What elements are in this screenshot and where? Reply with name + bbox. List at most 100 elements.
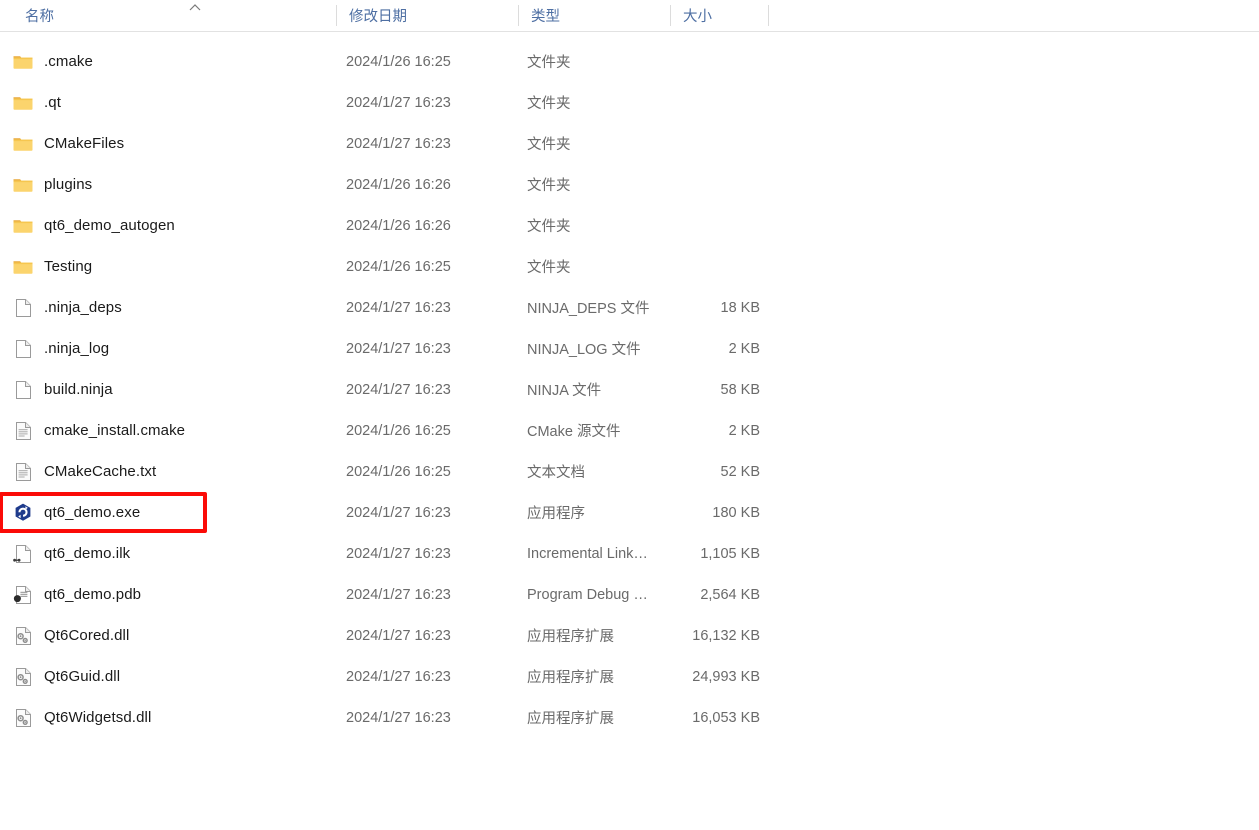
- file-name-cell[interactable]: qt6_demo.exe: [12, 492, 332, 533]
- file-row[interactable]: qt6_demo_autogen 2024/1/26 16:26 文件夹: [0, 205, 1259, 246]
- file-row[interactable]: qt6_demo.exe 2024/1/27 16:23 应用程序 180 KB: [0, 492, 1259, 533]
- file-row[interactable]: Qt6Cored.dll 2024/1/27 16:23 应用程序扩展 16,132 …: [0, 615, 1259, 656]
- file-type: NINJA 文件: [527, 383, 602, 399]
- file-name-label: .ninja_log: [44, 340, 110, 357]
- file-size: 2 KB: [728, 422, 760, 439]
- file-row[interactable]: plugins 2024/1/26 16:26 文件夹: [0, 164, 1259, 205]
- file-name-cell[interactable]: qt6_demo.ilk: [12, 533, 332, 574]
- file-name-label: cmake_install.cmake: [44, 422, 186, 439]
- file-name-cell[interactable]: .ninja_deps: [12, 287, 332, 328]
- file-date-modified: 2024/1/26 16:25: [346, 258, 451, 275]
- file-row[interactable]: build.ninja 2024/1/27 16:23 NINJA 文件 58 KB: [0, 369, 1259, 410]
- file-name-label: .qt: [44, 94, 61, 111]
- column-header-size[interactable]: 大小: [670, 0, 768, 31]
- file-row[interactable]: Qt6Widgetsd.dll 2024/1/27 16:23 应用程序扩展 16,0…: [0, 697, 1259, 738]
- file-date-modified: 2024/1/27 16:23: [346, 627, 451, 644]
- file-date-modified: 2024/1/27 16:23: [346, 381, 451, 398]
- file-date-modified: 2024/1/27 16:23: [346, 340, 451, 357]
- file-size: [660, 164, 760, 205]
- file-row[interactable]: .qt 2024/1/27 16:23 文件夹: [0, 82, 1259, 123]
- file-row[interactable]: qt6_demo.ilk 2024/1/27 16:23 Incremental L…: [0, 533, 1259, 574]
- file-name-cell[interactable]: cmake_install.cmake: [12, 410, 332, 451]
- file-name-cell[interactable]: Qt6Guid.dll: [12, 656, 332, 697]
- file-type: Program Debug …: [527, 586, 648, 603]
- file-type: 应用程序扩展: [527, 670, 614, 686]
- file-type: 文本文档: [527, 465, 585, 481]
- gear-page-icon: [12, 666, 34, 688]
- column-header-date-modified[interactable]: 修改日期: [336, 0, 518, 31]
- file-type: NINJA_LOG 文件: [527, 342, 641, 358]
- file-date-modified: 2024/1/26 16:25: [346, 53, 451, 70]
- file-size: 180 KB: [712, 504, 760, 521]
- file-date-modified: 2024/1/26 16:25: [346, 422, 451, 439]
- file-name-cell[interactable]: CMakeCache.txt: [12, 451, 332, 492]
- text-page-icon: [12, 420, 34, 442]
- file-type: 文件夹: [527, 96, 571, 112]
- file-explorer-details-view: 名称 修改日期 类型 大小 .cmake 2024/1/26 16:25 文件夹 .q…: [0, 0, 1259, 830]
- column-header-name-label: 名称: [25, 9, 54, 25]
- file-row[interactable]: cmake_install.cmake 2024/1/26 16:25 CMake …: [0, 410, 1259, 451]
- file-name-cell[interactable]: Qt6Widgetsd.dll: [12, 697, 332, 738]
- file-name-cell[interactable]: Qt6Cored.dll: [12, 615, 332, 656]
- file-date-modified: 2024/1/27 16:23: [346, 709, 451, 726]
- file-name-cell[interactable]: qt6_demo_autogen: [12, 205, 332, 246]
- file-date-modified: 2024/1/26 16:26: [346, 176, 451, 193]
- file-row[interactable]: Testing 2024/1/26 16:25 文件夹: [0, 246, 1259, 287]
- file-type: 应用程序: [527, 506, 585, 522]
- gear-page-icon: [12, 707, 34, 729]
- column-header-type-label: 类型: [531, 9, 560, 25]
- file-size: [660, 205, 760, 246]
- file-row[interactable]: .ninja_log 2024/1/27 16:23 NINJA_LOG 文件 2 K…: [0, 328, 1259, 369]
- file-name-label: plugins: [44, 176, 93, 193]
- file-date-modified: 2024/1/27 16:23: [346, 586, 451, 603]
- file-size: 2 KB: [728, 340, 760, 357]
- file-size: 2,564 KB: [700, 586, 760, 603]
- link-page-icon: [12, 543, 34, 565]
- column-header-type[interactable]: 类型: [518, 0, 670, 31]
- file-name-cell[interactable]: .ninja_log: [12, 328, 332, 369]
- file-size: 18 KB: [720, 299, 761, 316]
- file-row[interactable]: CMakeFiles 2024/1/27 16:23 文件夹: [0, 123, 1259, 164]
- file-name-cell[interactable]: .cmake: [12, 41, 332, 82]
- file-date-modified: 2024/1/27 16:23: [346, 94, 451, 111]
- file-name-cell[interactable]: build.ninja: [12, 369, 332, 410]
- file-name-label: build.ninja: [44, 381, 113, 398]
- folder-icon: [12, 51, 34, 73]
- file-date-modified: 2024/1/27 16:23: [346, 545, 451, 562]
- file-size: [660, 246, 760, 287]
- file-type: 文件夹: [527, 55, 571, 71]
- file-name-label: Qt6Cored.dll: [44, 627, 130, 644]
- file-row[interactable]: Qt6Guid.dll 2024/1/27 16:23 应用程序扩展 24,993 K…: [0, 656, 1259, 697]
- folder-icon: [12, 92, 34, 114]
- file-type: NINJA_DEPS 文件: [527, 301, 650, 317]
- file-type: 文件夹: [527, 137, 571, 153]
- file-type: Incremental Link…: [527, 545, 648, 562]
- column-header-name[interactable]: 名称: [12, 0, 336, 31]
- gear-page-icon: [12, 625, 34, 647]
- file-name-label: qt6_demo.ilk: [44, 545, 131, 562]
- file-size: 24,993 KB: [692, 668, 760, 685]
- file-row[interactable]: .cmake 2024/1/26 16:25 文件夹: [0, 41, 1259, 82]
- folder-icon: [12, 133, 34, 155]
- file-date-modified: 2024/1/27 16:23: [346, 668, 451, 685]
- file-name-cell[interactable]: qt6_demo.pdb: [12, 574, 332, 615]
- file-type: CMake 源文件: [527, 424, 621, 440]
- file-name-cell[interactable]: plugins: [12, 164, 332, 205]
- file-date-modified: 2024/1/27 16:23: [346, 135, 451, 152]
- file-name-cell[interactable]: .qt: [12, 82, 332, 123]
- file-name-cell[interactable]: Testing: [12, 246, 332, 287]
- file-date-modified: 2024/1/27 16:23: [346, 504, 451, 521]
- file-row[interactable]: .ninja_deps 2024/1/27 16:23 NINJA_DEPS 文件 1…: [0, 287, 1259, 328]
- file-row[interactable]: qt6_demo.pdb 2024/1/27 16:23 Program Debug…: [0, 574, 1259, 615]
- file-row[interactable]: CMakeCache.txt 2024/1/26 16:25 文本文档 52 KB: [0, 451, 1259, 492]
- file-date-modified: 2024/1/26 16:25: [346, 463, 451, 480]
- file-type: 文件夹: [527, 178, 571, 194]
- blank-page-icon: [12, 338, 34, 360]
- file-size: 16,132 KB: [692, 627, 760, 644]
- qt-app-icon: [12, 502, 34, 524]
- file-type: 文件夹: [527, 219, 571, 235]
- file-name-cell[interactable]: CMakeFiles: [12, 123, 332, 164]
- file-name-label: CMakeFiles: [44, 135, 125, 152]
- blank-page-icon: [12, 379, 34, 401]
- file-date-modified: 2024/1/27 16:23: [346, 299, 451, 316]
